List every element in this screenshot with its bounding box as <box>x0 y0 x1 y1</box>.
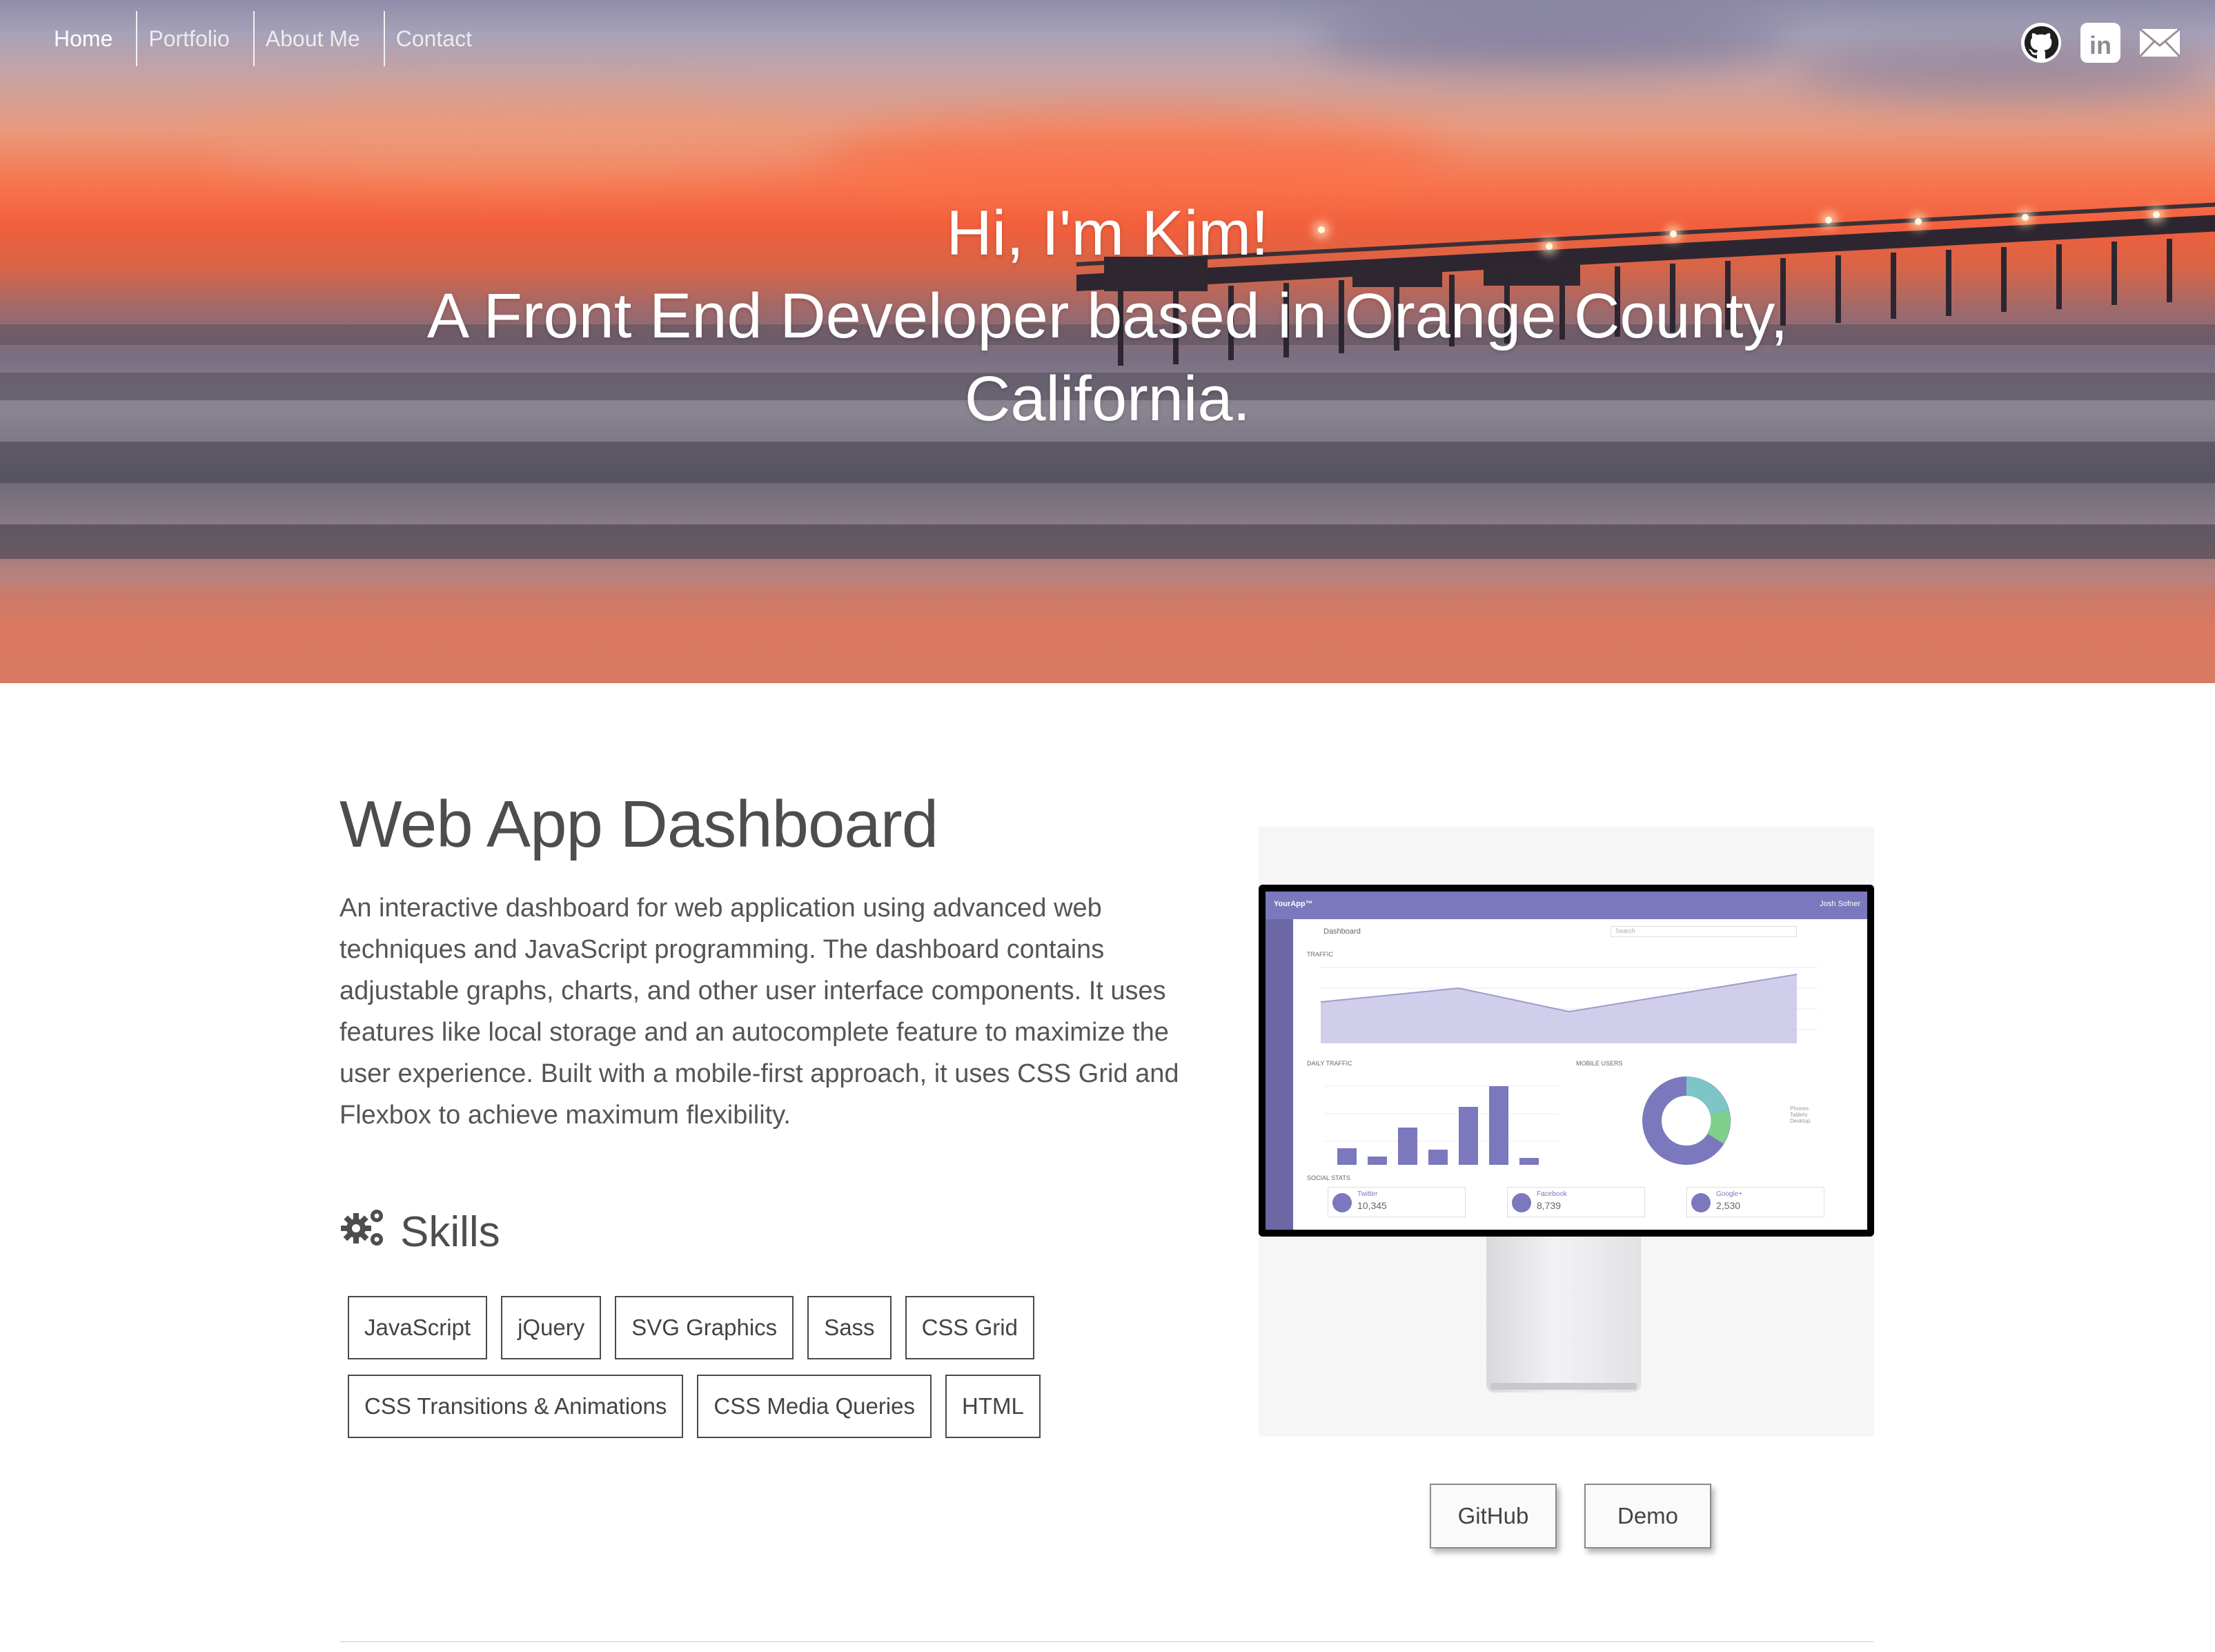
social-stat-value: 2,530 <box>1716 1200 1741 1211</box>
monitor-foot <box>1490 1383 1637 1390</box>
twitter-icon <box>1332 1193 1352 1212</box>
dashboard-breadcrumb: Dashboard <box>1323 927 1361 936</box>
skill-tag: JavaScript <box>348 1296 488 1359</box>
skill-tag: HTML <box>945 1375 1041 1438</box>
monitor-screen: YourApp™ Josh Sofner Dashboard Search TR… <box>1259 885 1874 1237</box>
skills-title: Skills <box>400 1208 500 1256</box>
mobile-donut-chart <box>1642 1076 1731 1165</box>
social-stat-card: Facebook 8,739 <box>1507 1187 1645 1217</box>
skills-heading: Skills <box>339 1205 500 1259</box>
nav-about[interactable]: About Me <box>253 11 384 66</box>
skill-tag: CSS Transitions & Animations <box>348 1375 684 1438</box>
social-stat-name: Google+ <box>1716 1190 1743 1198</box>
social-stat-card: Twitter 10,345 <box>1328 1187 1466 1217</box>
hero-headline: Hi, I'm Kim! A Front End Developer based… <box>0 192 2215 440</box>
skill-tag: jQuery <box>501 1296 602 1359</box>
social-links: in <box>2019 21 2182 65</box>
dashboard-search: Search <box>1611 926 1797 937</box>
svg-text:in: in <box>2089 31 2111 59</box>
gears-icon <box>339 1205 388 1259</box>
hero-line-location: California. <box>964 364 1251 434</box>
mobile-users-label: MOBILE USERS <box>1576 1060 1623 1067</box>
dashboard-app-name: YourApp™ <box>1274 900 1313 908</box>
donut-legend: Phones Tablets Desktop <box>1790 1105 1810 1124</box>
social-stats-label: SOCIAL STATS <box>1307 1174 1350 1181</box>
skill-tag: CSS Media Queries <box>697 1375 932 1438</box>
facebook-icon <box>1512 1193 1531 1212</box>
project-title: Web App Dashboard <box>339 787 938 861</box>
dashboard-search-placeholder: Search <box>1615 927 1635 934</box>
skills-list: JavaScript jQuery SVG Graphics Sass CSS … <box>348 1296 1065 1438</box>
hero-line-greeting: Hi, I'm Kim! <box>946 198 1269 268</box>
dashboard-sidebar <box>1266 919 1293 1230</box>
traffic-line-chart <box>1321 967 1818 1043</box>
dashboard-header: YourApp™ Josh Sofner <box>1266 892 1867 919</box>
nav-portfolio[interactable]: Portfolio <box>136 11 253 66</box>
social-stat-name: Facebook <box>1537 1190 1567 1198</box>
main-nav: Home Portfolio About Me Contact <box>0 11 495 66</box>
project-description: An interactive dashboard for web applica… <box>339 894 1179 1130</box>
project-screenshot: YourApp™ Josh Sofner Dashboard Search TR… <box>1259 827 1874 1437</box>
daily-bar-chart <box>1323 1085 1558 1165</box>
dashboard-preview: YourApp™ Josh Sofner Dashboard Search TR… <box>1266 892 1867 1230</box>
nav-home[interactable]: Home <box>40 11 136 66</box>
legend-item: Phones <box>1790 1105 1809 1112</box>
github-button[interactable]: GitHub <box>1430 1484 1557 1548</box>
mail-icon[interactable] <box>2138 21 2182 65</box>
linkedin-icon[interactable]: in <box>2078 21 2123 65</box>
google-plus-icon <box>1691 1193 1711 1212</box>
skill-tag: Sass <box>807 1296 892 1359</box>
hero-banner: Home Portfolio About Me Contact in Hi, I… <box>0 0 2215 683</box>
skill-tag: CSS Grid <box>905 1296 1034 1359</box>
github-icon[interactable] <box>2019 21 2063 65</box>
skill-tag: SVG Graphics <box>615 1296 794 1359</box>
dashboard-user: Josh Sofner <box>1820 900 1860 908</box>
daily-traffic-label: DAILY TRAFFIC <box>1307 1060 1352 1067</box>
demo-button[interactable]: Demo <box>1584 1484 1711 1548</box>
monitor-stand <box>1486 1237 1641 1393</box>
social-stat-value: 8,739 <box>1537 1200 1562 1211</box>
social-stat-card: Google+ 2,530 <box>1686 1187 1824 1217</box>
hero-line-role: A Front End Developer based in Orange Co… <box>426 281 1789 351</box>
legend-item: Tablets <box>1790 1112 1808 1118</box>
section-divider <box>339 1641 1874 1642</box>
legend-item: Desktop <box>1790 1118 1811 1124</box>
social-stat-value: 10,345 <box>1357 1200 1387 1211</box>
project-links: GitHub Demo <box>1430 1484 1711 1548</box>
nav-contact[interactable]: Contact <box>383 11 495 66</box>
traffic-label: TRAFFIC <box>1307 951 1333 958</box>
social-stat-name: Twitter <box>1357 1190 1378 1198</box>
